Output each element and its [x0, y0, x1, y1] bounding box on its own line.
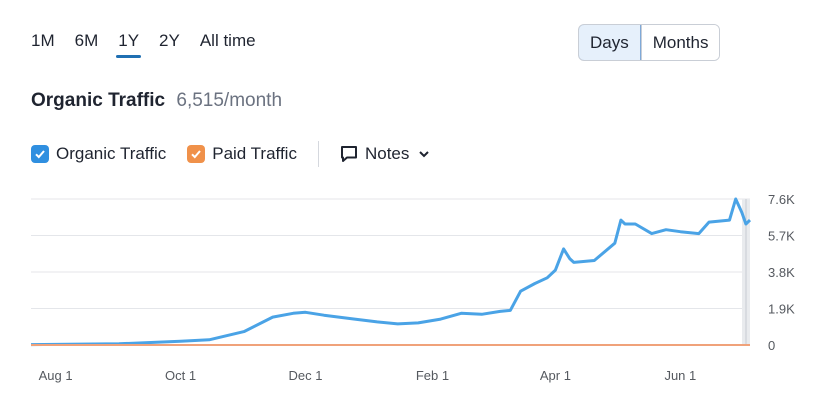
x-tick-label: Jun 1: [664, 368, 696, 383]
x-tick-label: Dec 1: [289, 368, 323, 383]
y-tick-label: 5.7K: [768, 229, 795, 244]
y-tick-label: 3.8K: [768, 265, 795, 280]
traffic-chart: 7.6K 5.7K 3.8K 1.9K 0 Aug 1 Oct 1 Dec 1 Feb 1 Apr…: [30, 192, 795, 383]
x-tick-label: Oct 1: [165, 368, 196, 383]
y-tick-label: 0: [768, 338, 775, 353]
x-tick-label: Apr 1: [540, 368, 571, 383]
x-tick-label: Aug 1: [39, 368, 73, 383]
x-tick-label: Feb 1: [416, 368, 449, 383]
y-tick-label: 7.6K: [768, 192, 795, 207]
y-tick-label: 1.9K: [768, 302, 795, 317]
